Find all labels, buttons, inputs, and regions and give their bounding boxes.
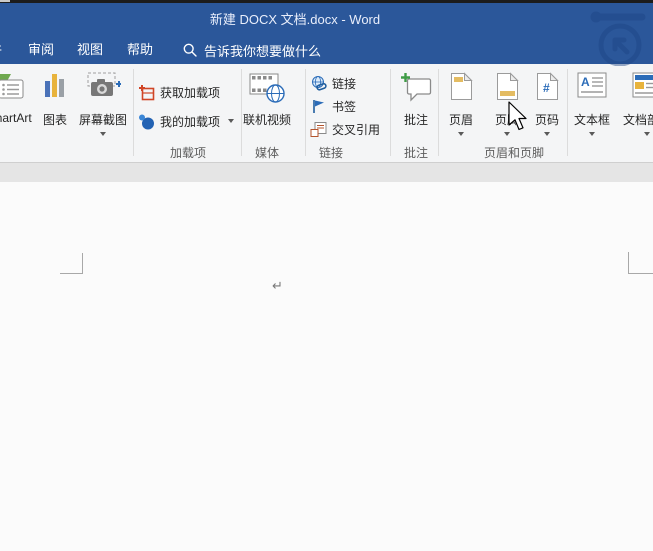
group-label-links: 链接	[300, 144, 362, 161]
chevron-down-icon	[228, 119, 234, 123]
link-icon	[310, 75, 327, 92]
chevron-down-icon	[644, 132, 650, 136]
chevron-down-icon	[544, 132, 550, 136]
svg-text:#: #	[543, 81, 550, 95]
chart-button[interactable]: 图表	[38, 68, 72, 160]
link-label: 链接	[332, 75, 356, 92]
document-margin-band	[0, 163, 653, 182]
search-icon	[183, 43, 197, 57]
title-bar: 新建 DOCX 文档.docx - Word	[0, 3, 653, 36]
link-button[interactable]: 链接	[310, 73, 356, 93]
word-window: 新建 DOCX 文档.docx - Word 件 审阅 视图 帮助 告诉我你想要…	[0, 0, 653, 551]
chevron-down-icon	[100, 132, 106, 136]
tab-review[interactable]: 审阅	[28, 36, 54, 64]
footer-icon	[490, 72, 524, 101]
quick-parts-icon	[618, 72, 653, 98]
tell-me-search[interactable]: 告诉我你想要做什么	[183, 36, 321, 64]
tab-mailings-partial[interactable]: 件	[0, 36, 7, 64]
text-box-label: 文本框	[570, 111, 614, 128]
header-icon	[444, 72, 478, 101]
ribbon: SmartArt 图表 屏幕	[0, 64, 653, 163]
my-addins-icon	[138, 113, 155, 130]
chevron-down-icon	[504, 132, 510, 136]
my-addins-label: 我的加载项	[160, 113, 220, 130]
smartart-icon	[0, 72, 40, 102]
smartart-label: SmartArt	[0, 111, 40, 125]
svg-text:A: A	[581, 75, 590, 89]
margin-crop-mark-top-right	[628, 252, 653, 274]
cross-reference-icon	[310, 121, 327, 138]
header-label: 页眉	[444, 111, 478, 128]
screenshot-button[interactable]: 屏幕截图	[74, 68, 132, 160]
page-number-icon: #	[530, 72, 564, 101]
group-label-media: 媒体	[242, 144, 292, 161]
get-addins-button[interactable]: 获取加载项	[138, 82, 220, 102]
group-separator	[567, 69, 568, 156]
screenshot-label: 屏幕截图	[74, 111, 132, 128]
cross-reference-button[interactable]: 交叉引用	[310, 119, 380, 139]
text-box-icon: A	[570, 72, 614, 98]
tab-help[interactable]: 帮助	[127, 36, 153, 64]
bookmark-label: 书签	[332, 98, 356, 115]
cross-reference-label: 交叉引用	[332, 121, 380, 138]
group-separator	[390, 69, 391, 156]
screenshot-icon	[74, 72, 132, 102]
document-page[interactable]	[0, 182, 653, 551]
smartart-button[interactable]: SmartArt	[0, 68, 40, 160]
chevron-down-icon	[458, 132, 464, 136]
group-separator	[305, 69, 306, 156]
group-label-header-footer: 页眉和页脚	[444, 144, 584, 161]
bookmark-icon	[310, 98, 327, 115]
ribbon-tab-bar: 件 审阅 视图 帮助 告诉我你想要做什么	[0, 36, 653, 64]
background-window-fragment	[0, 0, 10, 2]
chart-label: 图表	[38, 111, 72, 128]
new-comment-icon	[398, 72, 434, 104]
group-label-addins: 加载项	[140, 144, 236, 161]
text-box-button[interactable]: A 文本框	[570, 68, 614, 160]
new-comment-label: 批注	[398, 111, 434, 128]
paragraph-mark: ↵	[272, 278, 283, 294]
online-video-label: 联机视频	[242, 111, 292, 128]
page-number-label: 页码	[530, 111, 564, 128]
group-label-comments: 批注	[394, 144, 438, 161]
chevron-down-icon	[589, 132, 595, 136]
quick-parts-button[interactable]: 文档部件	[618, 68, 653, 160]
quick-parts-label: 文档部件	[618, 111, 653, 128]
get-addins-label: 获取加载项	[160, 84, 220, 101]
tell-me-label: 告诉我你想要做什么	[204, 41, 321, 60]
my-addins-button[interactable]: 我的加载项	[138, 111, 234, 131]
footer-label: 页脚	[490, 111, 524, 128]
group-separator	[133, 69, 134, 156]
tab-view[interactable]: 视图	[77, 36, 103, 64]
bookmark-button[interactable]: 书签	[310, 96, 356, 116]
window-title: 新建 DOCX 文档.docx - Word	[160, 3, 430, 36]
group-separator	[438, 69, 439, 156]
margin-crop-mark-top-left	[60, 253, 83, 274]
online-video-icon	[242, 72, 292, 104]
chart-icon	[38, 72, 72, 100]
store-icon	[138, 84, 155, 101]
